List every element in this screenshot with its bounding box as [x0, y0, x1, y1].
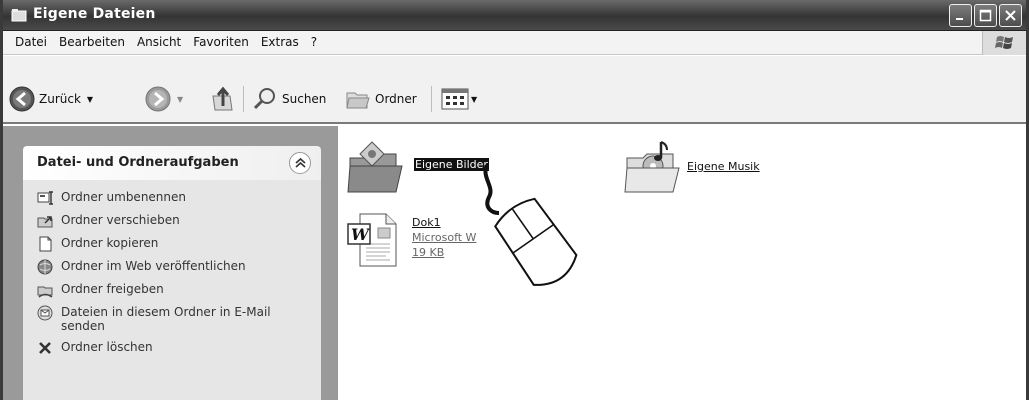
pictures-folder-icon — [347, 141, 403, 193]
windows-logo — [982, 31, 1026, 55]
explorer-window: Eigene Dateien Datei Bearbeiten Ansicht … — [0, 0, 1029, 400]
task-label: Ordner kopieren — [61, 236, 159, 250]
word-document-icon: W — [347, 213, 397, 267]
back-label: Zurück — [39, 92, 81, 106]
menu-bearbeiten[interactable]: Bearbeiten — [53, 35, 131, 49]
folder-window-icon — [11, 9, 27, 22]
forward-dropdown-icon[interactable]: ▼ — [177, 95, 183, 104]
task-publish-folder[interactable]: Ordner im Web veröffentlichen — [37, 259, 321, 275]
menu-ansicht[interactable]: Ansicht — [131, 35, 187, 49]
up-button[interactable] — [210, 86, 236, 112]
views-button[interactable]: ▼ — [441, 88, 477, 110]
minimize-icon — [956, 18, 963, 20]
document-type-label: Microsoft W — [412, 231, 477, 244]
title-bar[interactable]: Eigene Dateien — [3, 0, 1026, 31]
task-move-folder[interactable]: Ordner verschieben — [37, 213, 321, 229]
task-label: Ordner verschieben — [61, 213, 180, 227]
document-name-label: Dok1 — [412, 216, 441, 229]
window-title: Eigene Dateien — [33, 6, 156, 22]
forward-arrow-icon — [145, 86, 171, 112]
panel-header[interactable]: Datei- und Ordneraufgaben — [23, 146, 321, 180]
menu-favoriten[interactable]: Favoriten — [187, 35, 255, 49]
folders-button[interactable]: Ordner — [345, 86, 417, 112]
copy-icon — [39, 236, 52, 252]
task-label: Ordner umbenennen — [61, 190, 187, 204]
file-list-area: Eigene Bilder Eigene Musik W Dok1 Micros… — [338, 126, 1026, 400]
back-dropdown-icon[interactable]: ▼ — [87, 95, 93, 104]
minimize-button[interactable] — [949, 4, 972, 27]
menu-bar: Datei Bearbeiten Ansicht Favoriten Extra… — [3, 31, 1026, 55]
maximize-button[interactable] — [974, 4, 997, 27]
folder-icon — [346, 92, 370, 109]
document-size-label: 19 KB — [412, 246, 445, 259]
views-dropdown-icon[interactable]: ▼ — [471, 95, 477, 104]
task-email-files[interactable]: Dateien in diesem Ordner in E-Mail sende… — [37, 305, 321, 333]
windows-flag-icon — [995, 36, 1013, 49]
web-publish-icon — [37, 259, 53, 275]
folder-item-music[interactable]: Eigene Musik — [623, 136, 760, 199]
task-rename-folder[interactable]: Ordner umbenennen — [37, 190, 321, 206]
music-folder-icon — [624, 141, 680, 193]
back-arrow-icon — [9, 86, 35, 112]
rename-icon — [37, 191, 53, 205]
task-pane: Datei- und Ordneraufgaben Ordner umbenen… — [3, 126, 338, 400]
collapse-button[interactable] — [289, 152, 311, 174]
task-share-folder[interactable]: Ordner freigeben — [37, 282, 321, 298]
task-copy-folder[interactable]: Ordner kopieren — [37, 236, 321, 252]
menu-help[interactable]: ? — [305, 35, 323, 49]
menu-extras[interactable]: Extras — [255, 35, 305, 49]
panel-title: Datei- und Ordneraufgaben — [37, 155, 239, 170]
search-icon — [253, 88, 275, 110]
share-icon — [37, 286, 53, 298]
forward-button[interactable]: ▼ — [145, 86, 183, 112]
search-button[interactable]: Suchen — [252, 86, 326, 112]
toolbar-separator — [431, 86, 432, 112]
chevron-up-double-icon — [295, 157, 306, 168]
maximize-icon — [979, 9, 992, 22]
back-button[interactable]: Zurück ▼ — [9, 86, 93, 112]
task-label: Ordner freigeben — [61, 282, 164, 296]
move-icon — [37, 216, 53, 228]
task-delete-folder[interactable]: Ordner löschen — [37, 340, 321, 356]
file-folder-tasks-panel: Datei- und Ordneraufgaben Ordner umbenen… — [23, 146, 321, 400]
task-label: Ordner im Web veröffentlichen — [61, 259, 246, 273]
task-label: Dateien in diesem Ordner in E-Mail sende… — [61, 305, 271, 333]
close-button[interactable] — [999, 4, 1022, 27]
close-icon — [1005, 10, 1016, 21]
delete-icon — [39, 342, 51, 354]
views-icon — [441, 88, 469, 110]
toolbar: Zurück ▼ ▼ Suchen Ordner ▼ — [3, 56, 1026, 124]
folder-item-pictures[interactable]: Eigene Bilder — [346, 136, 489, 199]
pictures-folder-label: Eigene Bilder — [414, 158, 489, 171]
folders-label: Ordner — [375, 92, 417, 106]
email-icon — [37, 305, 53, 321]
search-label: Suchen — [282, 92, 327, 106]
mouse-illustration — [483, 165, 578, 286]
menu-datei[interactable]: Datei — [9, 35, 53, 49]
folder-up-icon — [212, 86, 233, 111]
svg-text:W: W — [351, 225, 371, 244]
task-label: Ordner löschen — [61, 340, 153, 354]
toolbar-separator — [243, 86, 244, 112]
file-item-dok1[interactable]: W Dok1 Microsoft W 19 KB — [346, 210, 476, 273]
music-folder-label: Eigene Musik — [687, 160, 760, 173]
